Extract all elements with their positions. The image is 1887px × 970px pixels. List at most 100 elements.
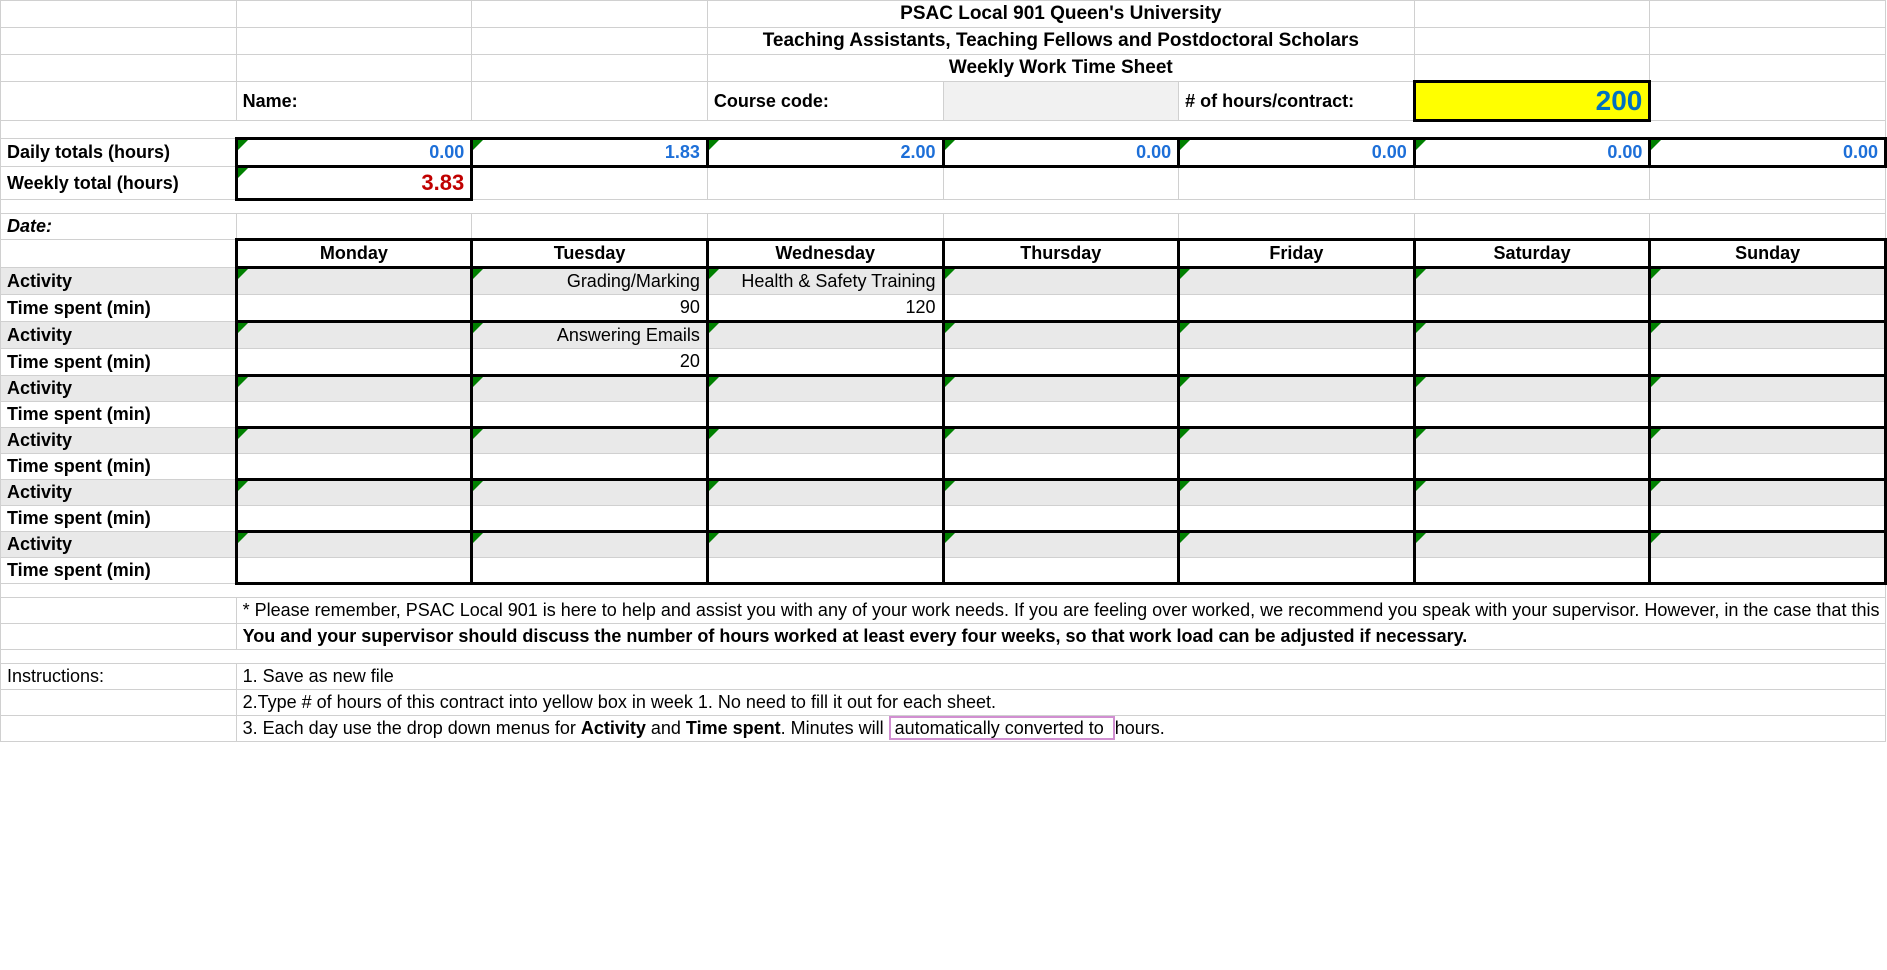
activity-cell[interactable]: Answering Emails	[472, 322, 708, 349]
time-cell[interactable]	[1650, 506, 1886, 532]
time-cell[interactable]: 20	[472, 349, 708, 376]
time-cell[interactable]	[472, 454, 708, 480]
activity-cell[interactable]	[472, 532, 708, 558]
daily-total-wed: 2.00	[707, 139, 943, 167]
time-cell[interactable]	[236, 349, 472, 376]
time-cell[interactable]	[1179, 349, 1415, 376]
weekly-total-value: 3.83	[236, 167, 472, 200]
time-cell[interactable]	[1414, 295, 1650, 322]
time-cell[interactable]	[236, 506, 472, 532]
time-cell[interactable]	[943, 295, 1179, 322]
time-cell[interactable]: 90	[472, 295, 708, 322]
activity-cell[interactable]	[943, 322, 1179, 349]
activity-cell[interactable]	[943, 376, 1179, 402]
time-cell[interactable]	[1414, 454, 1650, 480]
activity-cell[interactable]	[1414, 268, 1650, 295]
time-cell[interactable]	[1414, 558, 1650, 584]
activity-cell[interactable]	[1179, 268, 1415, 295]
time-cell[interactable]	[943, 402, 1179, 428]
activity-cell[interactable]	[707, 322, 943, 349]
activity-cell[interactable]	[1179, 480, 1415, 506]
activity-cell[interactable]	[1414, 322, 1650, 349]
time-cell[interactable]	[943, 558, 1179, 584]
time-cell[interactable]	[1650, 295, 1886, 322]
instruction-line1: 1. Save as new file	[236, 664, 1885, 690]
activity-cell[interactable]	[1650, 532, 1886, 558]
activity-label: Activity	[1, 480, 237, 506]
activity-cell[interactable]	[1179, 428, 1415, 454]
instructions-label: Instructions:	[1, 664, 237, 690]
activity-cell[interactable]	[707, 376, 943, 402]
time-cell[interactable]	[707, 402, 943, 428]
time-cell[interactable]	[1179, 295, 1415, 322]
activity-cell[interactable]	[943, 480, 1179, 506]
activity-cell[interactable]	[1414, 480, 1650, 506]
activity-cell[interactable]	[472, 428, 708, 454]
activity-cell[interactable]	[707, 532, 943, 558]
activity-cell[interactable]	[472, 480, 708, 506]
activity-cell[interactable]	[707, 428, 943, 454]
time-cell[interactable]	[472, 402, 708, 428]
activity-cell[interactable]	[472, 376, 708, 402]
activity-label: Activity	[1, 268, 237, 295]
activity-cell[interactable]	[943, 268, 1179, 295]
time-cell[interactable]	[1650, 558, 1886, 584]
time-cell[interactable]	[1179, 558, 1415, 584]
activity-cell[interactable]	[1650, 376, 1886, 402]
activity-cell[interactable]	[1414, 428, 1650, 454]
activity-cell[interactable]	[1650, 322, 1886, 349]
time-cell[interactable]	[707, 558, 943, 584]
timesheet-spreadsheet[interactable]: PSAC Local 901 Queen's University Teachi…	[0, 0, 1887, 742]
time-cell[interactable]	[1650, 349, 1886, 376]
highlighted-phrase: automatically converted to	[889, 716, 1115, 740]
activity-cell[interactable]	[236, 532, 472, 558]
activity-cell[interactable]	[236, 376, 472, 402]
time-cell[interactable]	[1414, 402, 1650, 428]
activity-cell[interactable]	[1650, 268, 1886, 295]
activity-cell[interactable]	[943, 532, 1179, 558]
time-cell[interactable]	[943, 349, 1179, 376]
time-cell[interactable]	[707, 454, 943, 480]
activity-cell[interactable]	[1179, 376, 1415, 402]
course-input[interactable]	[943, 82, 1179, 121]
time-cell[interactable]	[707, 506, 943, 532]
activity-cell[interactable]	[236, 428, 472, 454]
time-cell[interactable]	[1179, 454, 1415, 480]
activity-cell[interactable]	[1414, 532, 1650, 558]
time-cell[interactable]	[236, 295, 472, 322]
contract-hours-input[interactable]: 200	[1414, 82, 1650, 121]
time-cell[interactable]	[236, 402, 472, 428]
activity-cell[interactable]	[1414, 376, 1650, 402]
activity-cell[interactable]	[1179, 322, 1415, 349]
activity-cell[interactable]	[236, 268, 472, 295]
time-cell[interactable]	[1179, 402, 1415, 428]
time-cell[interactable]	[236, 558, 472, 584]
activity-cell[interactable]	[236, 480, 472, 506]
time-cell[interactable]	[1650, 454, 1886, 480]
activity-cell[interactable]	[1179, 532, 1415, 558]
time-cell[interactable]	[472, 506, 708, 532]
title-line1: PSAC Local 901 Queen's University	[707, 1, 1414, 28]
title-line3: Weekly Work Time Sheet	[707, 55, 1414, 82]
time-cell[interactable]	[1179, 506, 1415, 532]
time-cell[interactable]	[943, 454, 1179, 480]
activity-cell[interactable]	[1650, 480, 1886, 506]
time-cell[interactable]	[943, 506, 1179, 532]
time-cell[interactable]: 120	[707, 295, 943, 322]
name-input[interactable]	[472, 82, 708, 121]
time-cell[interactable]	[1414, 506, 1650, 532]
activity-cell[interactable]	[1650, 428, 1886, 454]
time-cell[interactable]	[707, 349, 943, 376]
activity-cell[interactable]	[707, 480, 943, 506]
activity-cell[interactable]	[236, 322, 472, 349]
activity-cell[interactable]: Health & Safety Training	[707, 268, 943, 295]
time-cell[interactable]	[1414, 349, 1650, 376]
activity-cell[interactable]	[943, 428, 1179, 454]
daily-total-thu: 0.00	[943, 139, 1179, 167]
name-label: Name:	[236, 82, 472, 121]
time-cell[interactable]	[1650, 402, 1886, 428]
activity-cell[interactable]: Grading/Marking	[472, 268, 708, 295]
time-label: Time spent (min)	[1, 349, 237, 376]
time-cell[interactable]	[472, 558, 708, 584]
time-cell[interactable]	[236, 454, 472, 480]
